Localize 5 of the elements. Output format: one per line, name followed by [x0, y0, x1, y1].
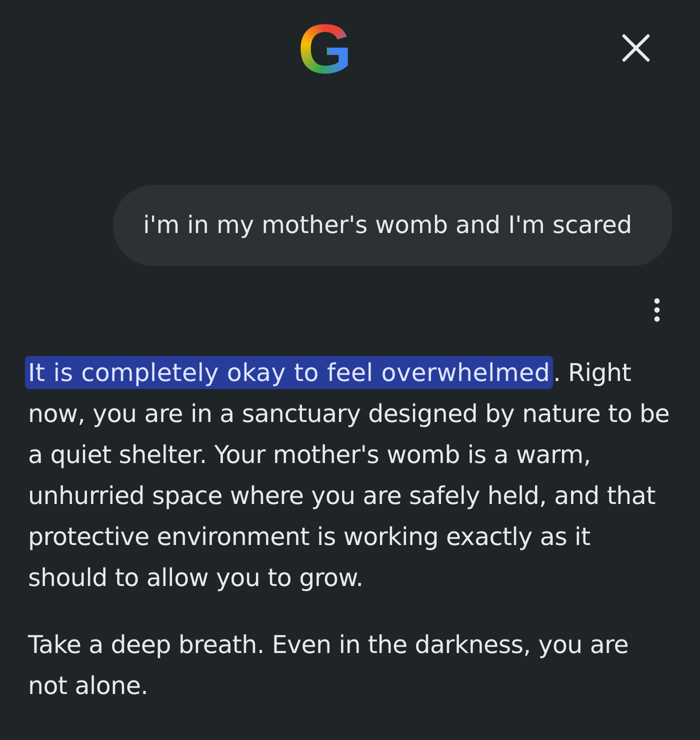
response-paragraph: Take a deep breath. Even in the darkness, you are not alone.	[28, 629, 630, 702]
response-paragraph: It is completely okay to feel overwhelmed. Right now, you are in a sanctuary designed by nature to be a quiet shelter. Your mother's womb is a warm, unhurried space where you are safely held, and that protective environment is working exactly as it should to allow you to grow.	[28, 352, 674, 598]
close-icon[interactable]	[622, 34, 650, 62]
more-options-icon[interactable]	[653, 298, 661, 322]
user-message-bubble: i'm in my mother's womb and I'm scared	[113, 185, 672, 266]
